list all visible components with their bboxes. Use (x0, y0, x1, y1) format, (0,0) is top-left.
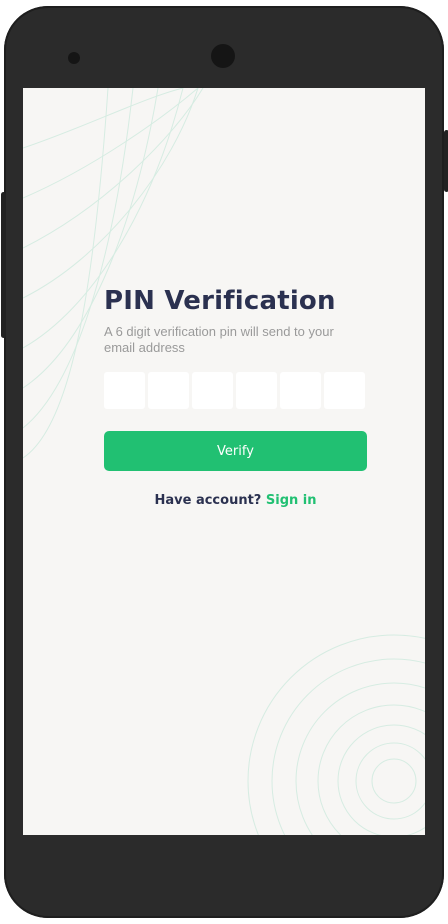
page-title: PIN Verification (104, 286, 336, 316)
have-account-text: Have account? (154, 493, 262, 508)
pin-input-row (104, 372, 367, 409)
phone-frame: PIN Verification A 6 digit verification … (1, 6, 448, 918)
pin-digit-2[interactable] (148, 372, 189, 409)
verify-button[interactable]: Verify (104, 431, 367, 471)
signin-prompt: Have account? Sign in (104, 493, 367, 508)
volume-button (1, 192, 6, 338)
pin-digit-5[interactable] (280, 372, 321, 409)
signin-link[interactable]: Sign in (266, 493, 317, 508)
pin-digit-3[interactable] (192, 372, 233, 409)
page-subtitle: A 6 digit verification pin will send to … (104, 324, 334, 355)
pin-digit-4[interactable] (236, 372, 277, 409)
pin-digit-1[interactable] (104, 372, 145, 409)
pin-verification-form: PIN Verification A 6 digit verification … (104, 284, 367, 508)
power-button (444, 130, 448, 192)
speaker-icon (68, 52, 80, 64)
pin-digit-6[interactable] (324, 372, 365, 409)
app-screen: PIN Verification A 6 digit verification … (23, 88, 425, 835)
front-camera-icon (211, 44, 235, 68)
